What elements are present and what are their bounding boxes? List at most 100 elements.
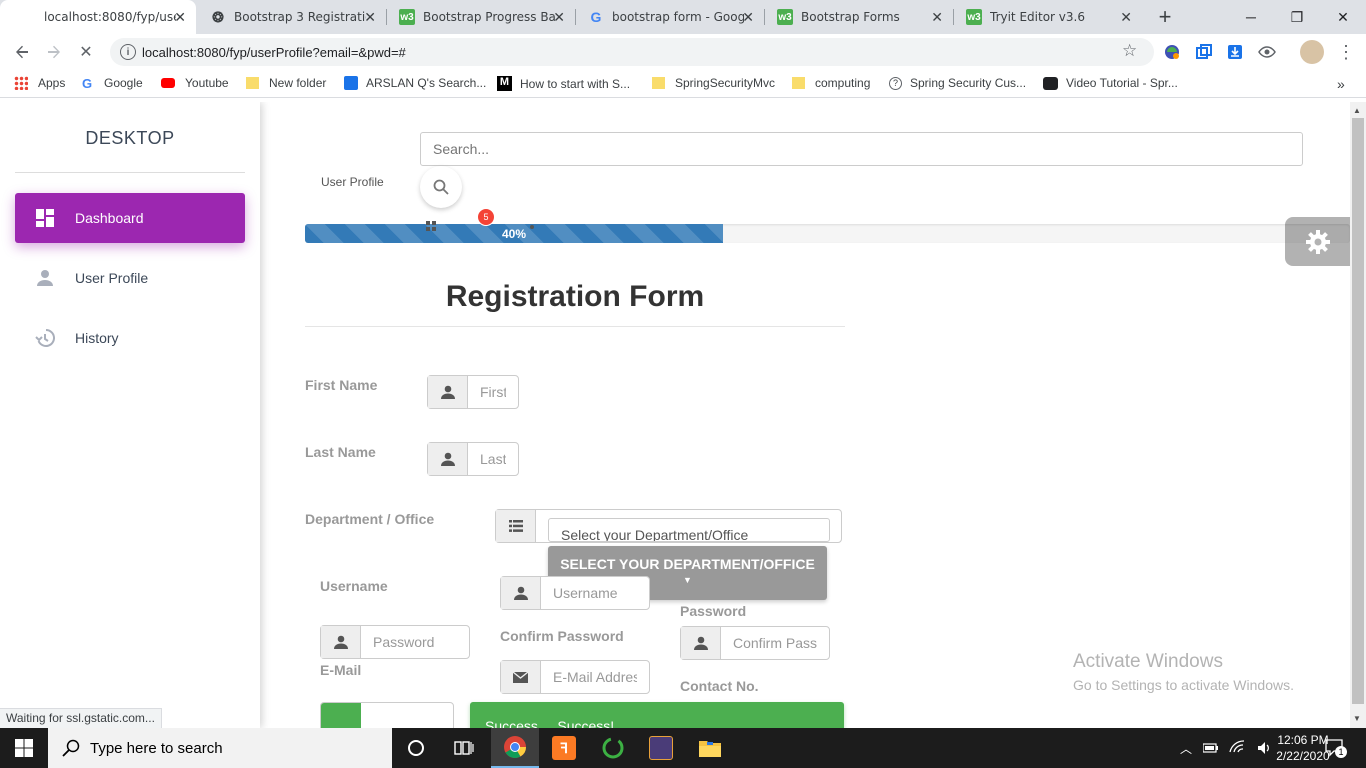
- new-tab-icon[interactable]: +: [1152, 4, 1178, 30]
- contact-input-group[interactable]: [320, 702, 454, 728]
- bookmark-label: Video Tutorial - Spr...: [1066, 76, 1178, 90]
- success-text: Success.....Success!: [485, 718, 615, 728]
- bookmark-youtube[interactable]: Youtube: [161, 76, 229, 90]
- profile-avatar[interactable]: [1300, 40, 1324, 64]
- password-input[interactable]: [361, 626, 469, 658]
- close-tab-icon[interactable]: ✕: [174, 9, 186, 26]
- search-input[interactable]: [421, 133, 1302, 165]
- user-icon: [681, 627, 721, 659]
- confirm-password-group: [680, 626, 830, 660]
- apps-small-icon[interactable]: [426, 218, 436, 231]
- restore-icon[interactable]: ❐: [1274, 0, 1320, 34]
- settings-plugin-button[interactable]: [1285, 217, 1350, 266]
- list-icon: [496, 510, 536, 542]
- navbar-title[interactable]: User Profile: [321, 175, 384, 189]
- last-name-input[interactable]: [468, 443, 518, 475]
- forward-icon[interactable]: [42, 40, 66, 64]
- windows-taskbar: Type here to search ꟻ ︿ 12:06 PM 2/22/20…: [0, 728, 1366, 768]
- extension-screen-icon[interactable]: [1192, 40, 1216, 64]
- bookmark-medium[interactable]: M How to start with S...: [497, 76, 630, 91]
- sidebar: DESKTOP Dashboard User Profile History W…: [0, 102, 260, 728]
- sidebar-item-label: User Profile: [75, 270, 149, 286]
- taskbar-search-placeholder: Type here to search: [90, 739, 223, 757]
- windows-start-icon[interactable]: [0, 728, 48, 768]
- browser-tab[interactable]: w3 Bootstrap Forms ✕: [765, 0, 953, 34]
- eye-icon[interactable]: [1255, 40, 1279, 64]
- sidebar-item-dashboard[interactable]: Dashboard: [15, 193, 245, 243]
- sidebar-item-user-profile[interactable]: User Profile: [15, 253, 245, 303]
- bookmark-star-icon[interactable]: ☆: [1122, 41, 1137, 61]
- password-label: Password: [680, 603, 747, 619]
- sync-app-icon[interactable]: [589, 728, 637, 768]
- scroll-down-icon[interactable]: ▼: [1353, 714, 1361, 723]
- bookmark-computing[interactable]: computing: [792, 76, 870, 90]
- page-scrollbar[interactable]: ▲ ▼: [1350, 102, 1366, 728]
- action-center-icon[interactable]: 1: [1325, 739, 1347, 758]
- info-icon[interactable]: i: [120, 44, 136, 60]
- browser-tab[interactable]: ❂ Bootstrap 3 Registration ✕: [198, 0, 386, 34]
- extension-globe-icon[interactable]: [1160, 40, 1184, 64]
- download-icon[interactable]: [1223, 40, 1247, 64]
- divider: [15, 172, 245, 173]
- taskbar-clock[interactable]: 12:06 PM 2/22/2020: [1276, 732, 1330, 764]
- bookmark-arslan[interactable]: ARSLAN Q's Search...: [344, 76, 486, 90]
- xampp-icon[interactable]: ꟻ: [540, 728, 588, 768]
- browser-tab[interactable]: G bootstrap form - Googl ✕: [576, 0, 764, 34]
- volume-icon[interactable]: [1258, 741, 1272, 754]
- tray-chevron-up-icon[interactable]: ︿: [1180, 740, 1192, 757]
- tab-title: Bootstrap Progress Bars: [423, 10, 555, 24]
- department-label: Department / Office: [305, 511, 435, 527]
- close-tab-icon[interactable]: ✕: [553, 9, 565, 26]
- bookmark-spring-security[interactable]: ? Spring Security Cus...: [889, 76, 1026, 90]
- scroll-up-icon[interactable]: ▲: [1353, 106, 1361, 115]
- folder-icon: [792, 77, 805, 89]
- phone-addon: [321, 703, 361, 728]
- stop-loading-icon[interactable]: ✕: [74, 40, 98, 64]
- chrome-taskbar-icon[interactable]: [491, 728, 539, 768]
- browser-tab-active[interactable]: localhost:8080/fyp/user ✕: [0, 0, 196, 34]
- first-name-input[interactable]: [468, 376, 518, 408]
- envelope-icon: [501, 661, 541, 693]
- person-small-icon[interactable]: [528, 218, 536, 229]
- last-name-label: Last Name: [305, 444, 376, 460]
- username-input[interactable]: [541, 577, 649, 609]
- browser-tab[interactable]: w3 Bootstrap Progress Bars ✕: [387, 0, 575, 34]
- email-input[interactable]: [541, 661, 649, 693]
- browser-tab[interactable]: w3 Tryit Editor v3.6 ✕: [954, 0, 1142, 34]
- task-view-icon[interactable]: [440, 728, 488, 768]
- bookmark-springsecuritymvc[interactable]: SpringSecurityMvc: [652, 76, 775, 90]
- bookmark-google[interactable]: G Google: [82, 76, 143, 91]
- taskbar-search[interactable]: Type here to search: [48, 728, 392, 768]
- sidebar-item-label: History: [75, 330, 119, 346]
- close-window-icon[interactable]: ✕: [1320, 0, 1366, 34]
- file-explorer-icon[interactable]: [686, 728, 734, 768]
- bookmark-video-tutorial[interactable]: Video Tutorial - Spr...: [1043, 76, 1178, 90]
- battery-icon[interactable]: [1202, 741, 1219, 753]
- close-tab-icon[interactable]: ✕: [931, 9, 943, 26]
- sidebar-item-history[interactable]: History: [15, 313, 245, 363]
- notification-badge[interactable]: 5: [477, 208, 495, 226]
- game-app-icon[interactable]: [637, 728, 685, 768]
- menu-kebab-icon[interactable]: ⋮: [1334, 40, 1358, 64]
- back-icon[interactable]: [10, 40, 34, 64]
- address-bar[interactable]: i localhost:8080/fyp/userProfile?email=&…: [110, 38, 1154, 66]
- close-tab-icon[interactable]: ✕: [364, 9, 376, 26]
- bookmarks-overflow-icon[interactable]: »: [1337, 76, 1345, 92]
- search-button[interactable]: [420, 166, 462, 208]
- bookmark-new-folder[interactable]: New folder: [246, 76, 326, 90]
- wifi-icon[interactable]: [1229, 740, 1245, 754]
- confirm-password-input[interactable]: [721, 627, 829, 659]
- bookmark-label: How to start with S...: [520, 76, 631, 91]
- folder-icon: [652, 77, 665, 89]
- close-tab-icon[interactable]: ✕: [1120, 9, 1132, 26]
- cortana-icon[interactable]: [392, 728, 440, 768]
- close-tab-icon[interactable]: ✕: [742, 9, 754, 26]
- contact-label: Contact No.: [680, 678, 759, 694]
- scrollbar-thumb[interactable]: [1352, 118, 1364, 704]
- minimize-icon[interactable]: ─: [1228, 0, 1274, 34]
- brand-title[interactable]: DESKTOP: [0, 128, 260, 149]
- tab-title: bootstrap form - Googl: [612, 10, 744, 24]
- department-select[interactable]: Select your Department/Office: [548, 518, 830, 542]
- web-page: DESKTOP Dashboard User Profile History W…: [0, 102, 1350, 728]
- bookmark-apps[interactable]: Apps: [14, 76, 65, 90]
